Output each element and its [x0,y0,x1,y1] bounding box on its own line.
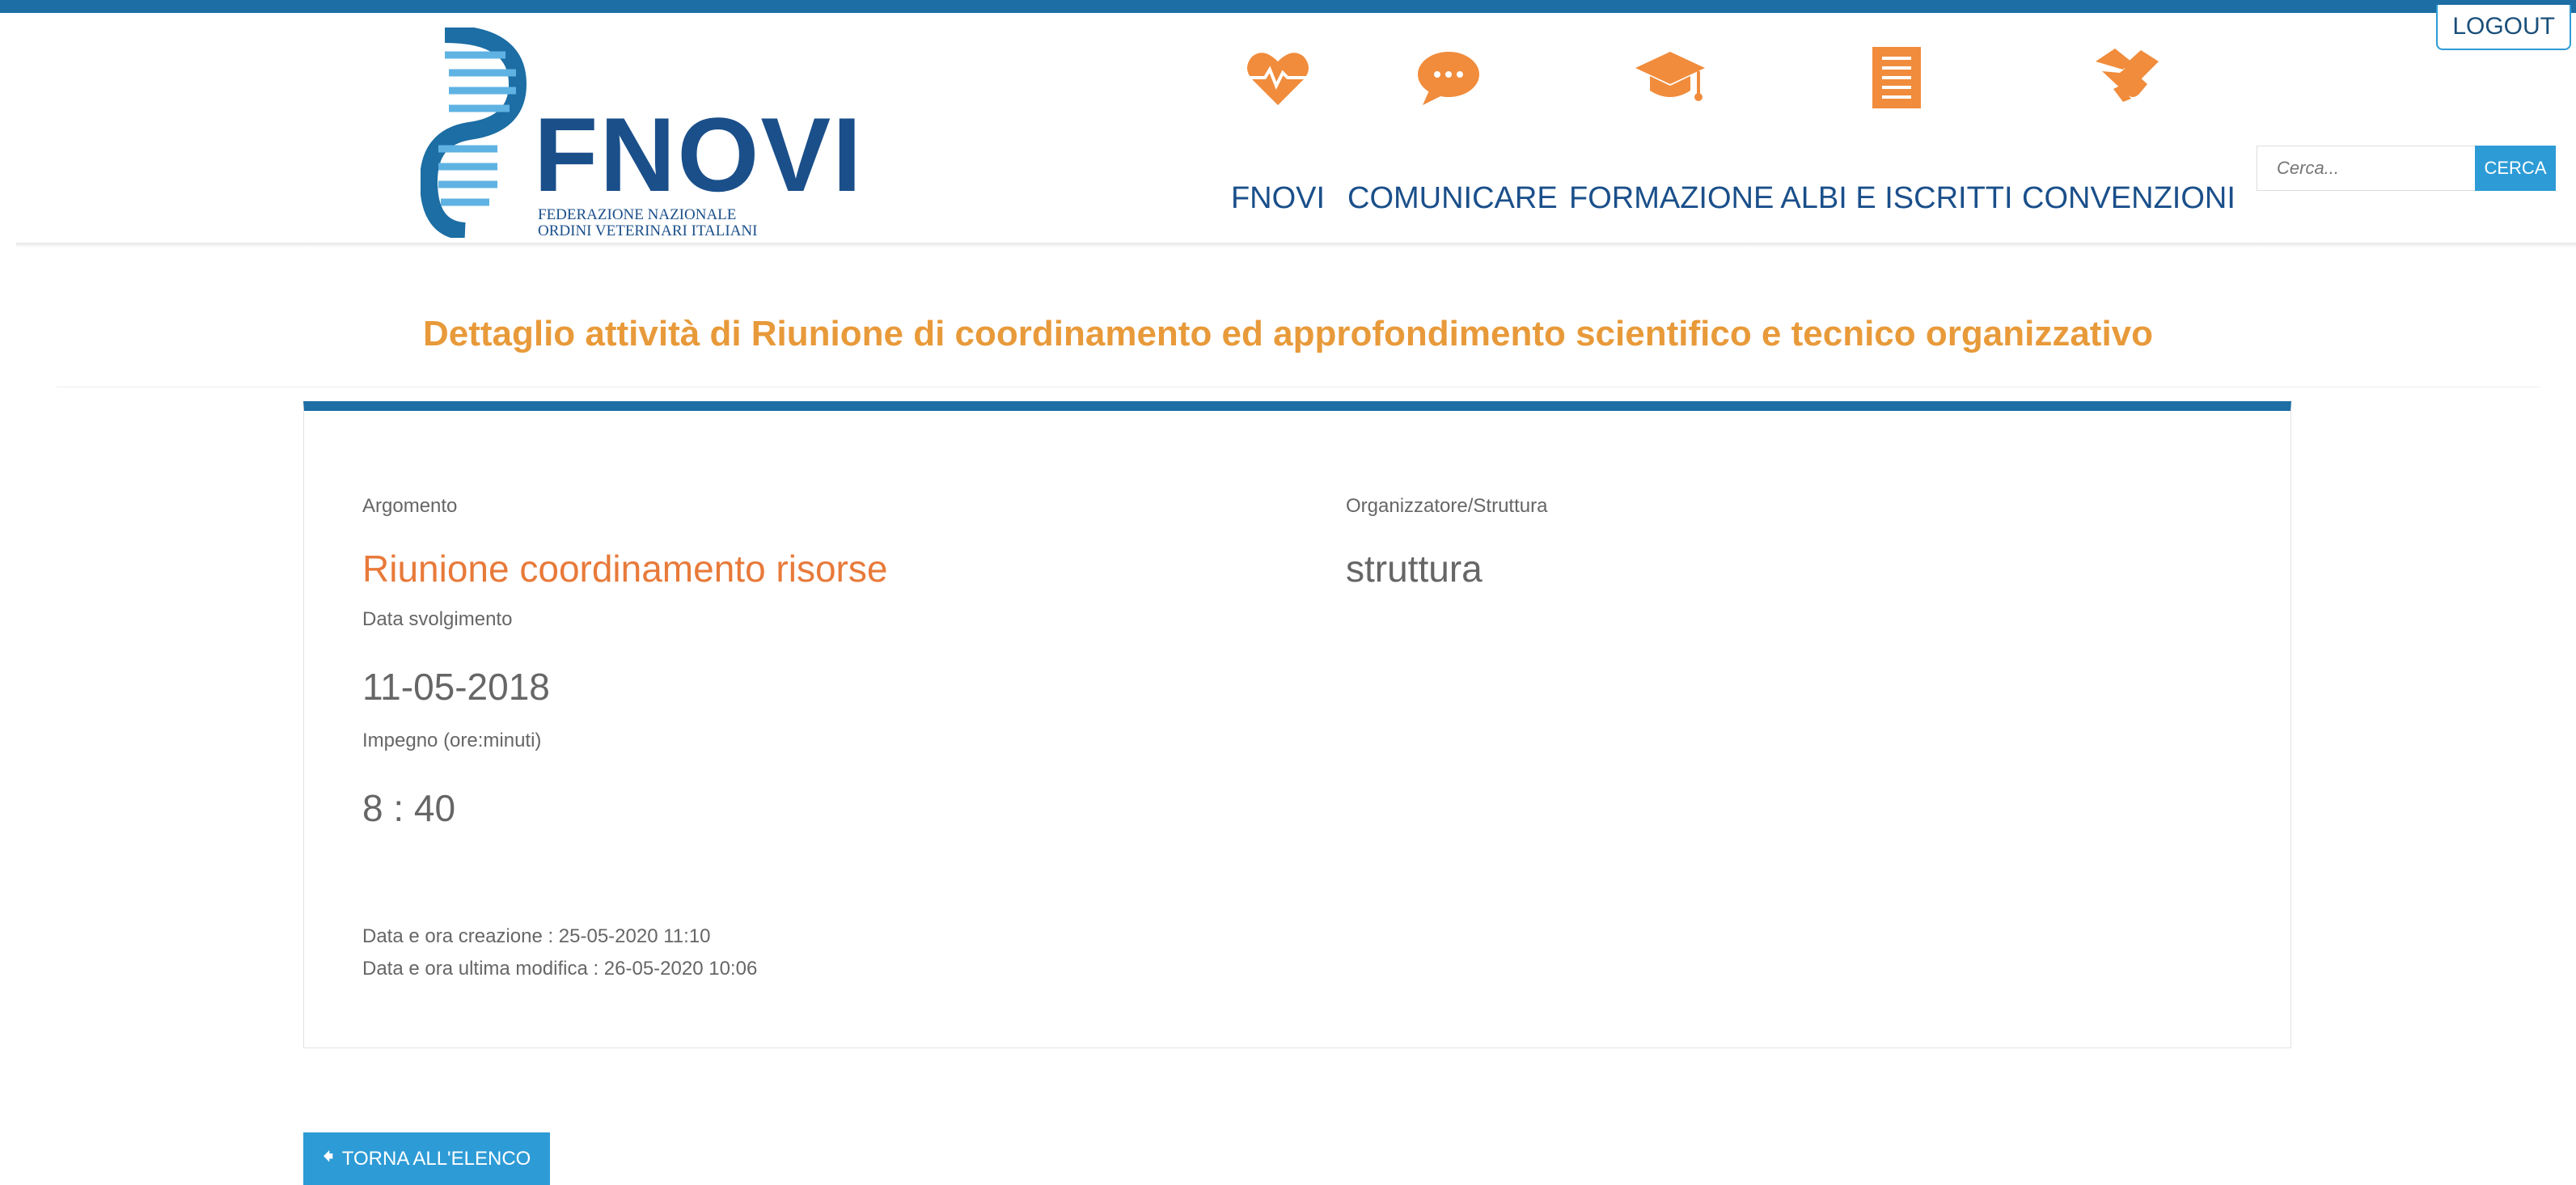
modified-timestamp: Data e ora ultima modifica : 26-05-2020 … [362,958,758,980]
handshake-icon [2096,49,2159,102]
data-svolgimento-value: 11-05-2018 [362,666,550,708]
nav-item-fnovi[interactable]: FNOVI [1229,37,1326,216]
argomento-value: Riunione coordinamento risorse [362,548,888,590]
timestamps: Data e ora creazione : 25-05-2020 11:10 … [362,920,757,985]
organizzatore-label: Organizzatore/Struttura [1346,495,1548,517]
dna-helix-icon [421,28,527,238]
arrow-left-icon: 🠸 [322,1143,334,1169]
logo-subtitle: FEDERAZIONE NAZIONALE ORDINI VETERINARI … [538,206,758,239]
impegno-label: Impegno (ore:minuti) [362,730,542,751]
header-divider [16,243,2576,248]
impegno-value: 8 : 40 [362,787,456,829]
search-input[interactable] [2257,146,2475,191]
nav-item-formazione[interactable]: FORMAZIONE [1569,37,1774,216]
graduation-cap-icon [1635,52,1705,101]
fnovi-logo[interactable]: FNOVI FEDERAZIONE NAZIONALE ORDINI VETER… [421,28,861,239]
search-form: CERCA [2257,146,2556,191]
search-button[interactable]: CERCA [2475,146,2556,191]
site-header: FNOVI FEDERAZIONE NAZIONALE ORDINI VETER… [0,13,2576,248]
activity-detail-card: Argomento Riunione coordinamento risorse… [303,401,2291,1048]
back-to-list-button[interactable]: 🠸 TORNA ALL'ELENCO [303,1132,550,1185]
data-svolgimento-label: Data svolgimento [362,608,513,630]
nav-item-convenzioni[interactable]: CONVENZIONI [2022,37,2235,216]
page-title: Dettaglio attività di Riunione di coordi… [422,314,2154,353]
top-accent-bar [0,0,2576,13]
nav-item-comunicare[interactable]: COMUNICARE [1347,37,1558,216]
argomento-label: Argomento [362,495,458,517]
nav-item-albi[interactable]: ALBI E ISCRITTI [1779,37,2014,216]
chat-bubble-icon [1418,52,1479,105]
organizzatore-value: struttura [1346,548,1483,590]
creation-timestamp: Data e ora creazione : 25-05-2020 11:10 [362,925,711,947]
document-list-icon [1872,47,1921,108]
heart-pulse-icon [1247,53,1309,105]
logo-name: FNOVI [534,95,864,214]
